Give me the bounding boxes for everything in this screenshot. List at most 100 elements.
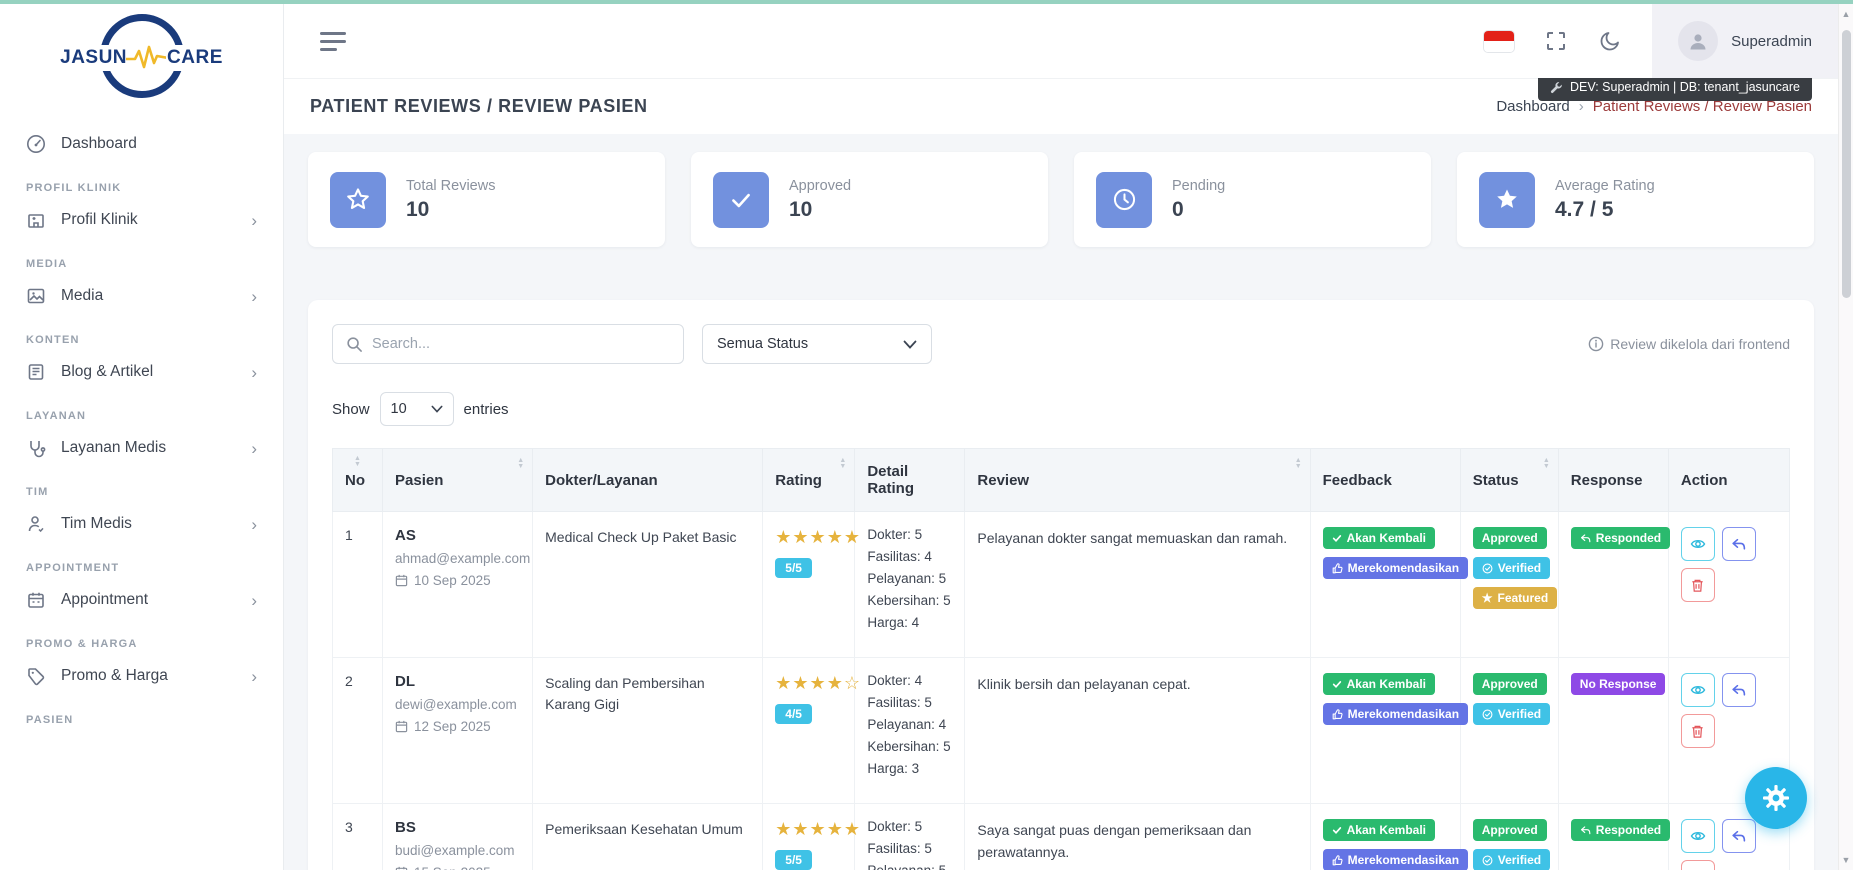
cell-review: Pelayanan dokter sangat memuaskan dan ra… xyxy=(965,512,1310,658)
col-header-no[interactable]: ▲▼No xyxy=(333,449,383,512)
sidebar-section-appointment: APPOINTMENT xyxy=(26,562,257,574)
reply-button[interactable] xyxy=(1722,819,1756,853)
sidebar-item-appointment[interactable]: Appointment › xyxy=(22,578,261,622)
dev-badge-text: DEV: Superadmin | DB: tenant_jasuncare xyxy=(1570,80,1800,94)
cell-detail-rating: Dokter: 4 Fasilitas: 5 Pelayanan: 4 Kebe… xyxy=(855,658,965,804)
check-icon xyxy=(1332,679,1342,689)
recommend-badge: Merekomendasikan xyxy=(1323,703,1468,725)
sidebar-item-promo-harga[interactable]: Promo & Harga › xyxy=(22,654,261,698)
search-input[interactable] xyxy=(372,336,670,352)
status-badge-verified: Verified xyxy=(1473,703,1550,725)
view-button[interactable] xyxy=(1681,673,1715,707)
eye-icon xyxy=(1690,682,1706,698)
sidebar-item-label: Blog & Artikel xyxy=(61,363,236,381)
sidebar-item-media[interactable]: Media › xyxy=(22,274,261,318)
star-filled-icon xyxy=(1479,172,1535,228)
sidebar-item-label: Layanan Medis xyxy=(61,439,236,457)
chevron-right-icon: › xyxy=(251,440,257,457)
col-header-feedback[interactable]: Feedback xyxy=(1310,449,1460,512)
col-header-response[interactable]: Response xyxy=(1558,449,1668,512)
stethoscope-icon xyxy=(26,438,46,458)
hospital-building-icon xyxy=(26,210,46,230)
chevron-right-icon: › xyxy=(251,668,257,685)
delete-button[interactable] xyxy=(1681,568,1715,602)
rating-badge: 4/5 xyxy=(775,704,812,724)
status-badge-approved: Approved xyxy=(1473,673,1547,695)
info-note-text: Review dikelola dari frontend xyxy=(1610,336,1790,352)
indonesia-flag-icon[interactable] xyxy=(1484,31,1514,52)
chevron-right-icon: › xyxy=(251,212,257,229)
view-button[interactable] xyxy=(1681,819,1715,853)
scroll-down-arrow-icon[interactable]: ▼ xyxy=(1839,855,1853,865)
sidebar-section-promo-harga: PROMO & HARGA xyxy=(26,638,257,650)
status-filter-value: Semua Status xyxy=(717,336,808,352)
stat-card-pending: Pending0 xyxy=(1074,152,1431,247)
chevron-down-icon xyxy=(431,405,443,413)
recommend-badge: Merekomendasikan xyxy=(1323,557,1468,579)
sort-icon: ▲▼ xyxy=(1295,458,1302,470)
col-header-rating[interactable]: ▲▼Rating xyxy=(763,449,855,512)
stats-row: Total Reviews10 Approved10 Pending0 Aver… xyxy=(308,152,1814,247)
brand-logo[interactable]: JASUN CARE xyxy=(0,4,283,112)
settings-fab-button[interactable] xyxy=(1745,767,1807,829)
detail-line: Fasilitas: 4 xyxy=(867,549,952,564)
cell-action xyxy=(1668,512,1789,658)
rating-badge: 5/5 xyxy=(775,850,812,870)
col-header-pasien[interactable]: ▲▼Pasien xyxy=(383,449,533,512)
detail-line: Dokter: 5 xyxy=(867,819,952,834)
thumbs-up-icon xyxy=(1332,709,1343,720)
page-size-row: Show 10 entries xyxy=(332,392,1790,426)
cell-rating: ★★★★☆ 4/5 xyxy=(763,658,855,804)
verified-check-icon xyxy=(1482,709,1493,720)
detail-line: Kebersihan: 5 xyxy=(867,593,952,608)
scrollbar-thumb[interactable] xyxy=(1842,30,1851,298)
col-header-status[interactable]: ▲▼Status xyxy=(1460,449,1558,512)
article-icon xyxy=(26,362,46,382)
status-filter-select[interactable]: Semua Status xyxy=(702,324,932,364)
vertical-scrollbar[interactable]: ▲ ▼ xyxy=(1838,4,1853,870)
sidebar-item-profil-klinik[interactable]: Profil Klinik › xyxy=(22,198,261,242)
wrench-icon xyxy=(1550,81,1563,94)
patient-date: 15 Sep 2025 xyxy=(414,865,491,870)
sidebar-item-tim-medis[interactable]: Tim Medis › xyxy=(22,502,261,546)
detail-line: Fasilitas: 5 xyxy=(867,841,952,856)
col-header-action[interactable]: Action xyxy=(1668,449,1789,512)
sidebar-item-layanan-medis[interactable]: Layanan Medis › xyxy=(22,426,261,470)
detail-line: Harga: 3 xyxy=(867,761,952,776)
user-name: Superadmin xyxy=(1731,33,1812,50)
delete-button[interactable] xyxy=(1681,860,1715,870)
moon-icon[interactable] xyxy=(1598,29,1622,53)
col-header-review[interactable]: ▲▼Review xyxy=(965,449,1310,512)
entries-label: entries xyxy=(464,401,509,418)
sidebar-item-dashboard[interactable]: Dashboard xyxy=(22,122,261,166)
brand-name-left: JASUN xyxy=(59,45,128,71)
col-header-detail-rating[interactable]: Detail Rating xyxy=(855,449,965,512)
patient-initials: BS xyxy=(395,819,520,836)
cell-rating: ★★★★★ 5/5 xyxy=(763,512,855,658)
sidebar-toggle-button[interactable] xyxy=(320,32,346,51)
fullscreen-icon[interactable] xyxy=(1544,29,1568,53)
reply-icon xyxy=(1580,825,1591,836)
user-menu[interactable]: Superadmin xyxy=(1652,4,1838,78)
scroll-up-arrow-icon[interactable]: ▲ xyxy=(1839,9,1853,19)
sidebar-section-konten: KONTEN xyxy=(26,334,257,346)
reply-button[interactable] xyxy=(1722,673,1756,707)
reply-button[interactable] xyxy=(1722,527,1756,561)
cell-review: Saya sangat puas dengan pemeriksaan dan … xyxy=(965,804,1310,870)
page-size-select[interactable]: 10 xyxy=(380,392,454,426)
table-header-row: ▲▼No ▲▼Pasien Dokter/Layanan ▲▼Rating De… xyxy=(333,449,1790,512)
chevron-right-icon: › xyxy=(251,364,257,381)
detail-line: Harga: 4 xyxy=(867,615,952,630)
stat-card-total-reviews: Total Reviews10 xyxy=(308,152,665,247)
response-badge: Responded xyxy=(1571,819,1670,841)
check-icon xyxy=(713,172,769,228)
cell-no: 3 xyxy=(333,804,383,870)
cell-feedback: Akan Kembali Merekomendasikan xyxy=(1310,512,1460,658)
sidebar-item-blog-artikel[interactable]: Blog & Artikel › xyxy=(22,350,261,394)
col-header-dokter-layanan[interactable]: Dokter/Layanan xyxy=(533,449,763,512)
delete-button[interactable] xyxy=(1681,714,1715,748)
page-title: PATIENT REVIEWS / REVIEW PASIEN xyxy=(310,96,648,117)
view-button[interactable] xyxy=(1681,527,1715,561)
show-label: Show xyxy=(332,401,370,418)
verified-check-icon xyxy=(1482,563,1493,574)
